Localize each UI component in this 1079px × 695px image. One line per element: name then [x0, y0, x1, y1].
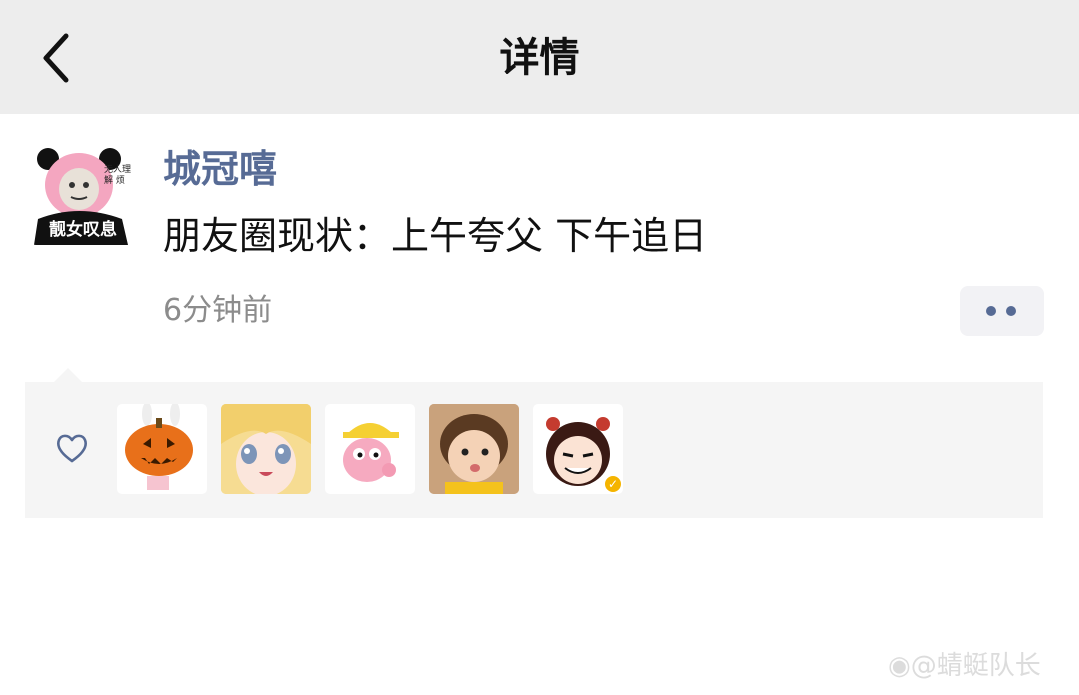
- watermark-text: @蜻蜓队长: [910, 651, 1041, 681]
- baby-photo-avatar[interactable]: [429, 404, 519, 494]
- pumpkin-avatar[interactable]: [117, 404, 207, 494]
- more-dots-icon: [1006, 306, 1016, 316]
- avatar[interactable]: 无人理解 烦 靓女叹息: [30, 145, 134, 245]
- likes-section: ✓: [25, 382, 1043, 518]
- watermark: ◉@蜻蜓队长: [888, 648, 1041, 684]
- avatar-caption: 靓女叹息: [49, 220, 117, 240]
- more-dots-icon: [986, 306, 996, 316]
- verified-badge-icon: ✓: [603, 474, 623, 494]
- more-options-button[interactable]: [960, 286, 1044, 336]
- pink-cartoon-avatar[interactable]: [325, 404, 415, 494]
- heart-outline-icon: [57, 434, 87, 463]
- anime-girl-avatar[interactable]: [221, 404, 311, 494]
- weibo-icon: ◉: [888, 651, 911, 681]
- top-navigation-bar: 详情: [0, 0, 1079, 114]
- avatar-side-text: 无人理解 烦: [104, 165, 132, 186]
- cartoon-girl-avatar[interactable]: ✓: [533, 404, 623, 494]
- username[interactable]: 城冠嘻: [163, 142, 277, 196]
- post-timestamp: 6分钟前: [163, 293, 273, 328]
- post-text: 朋友圈现状：上午夸父 下午追日: [163, 214, 708, 258]
- likes-pointer: [54, 368, 82, 382]
- page-title: 详情: [499, 35, 580, 81]
